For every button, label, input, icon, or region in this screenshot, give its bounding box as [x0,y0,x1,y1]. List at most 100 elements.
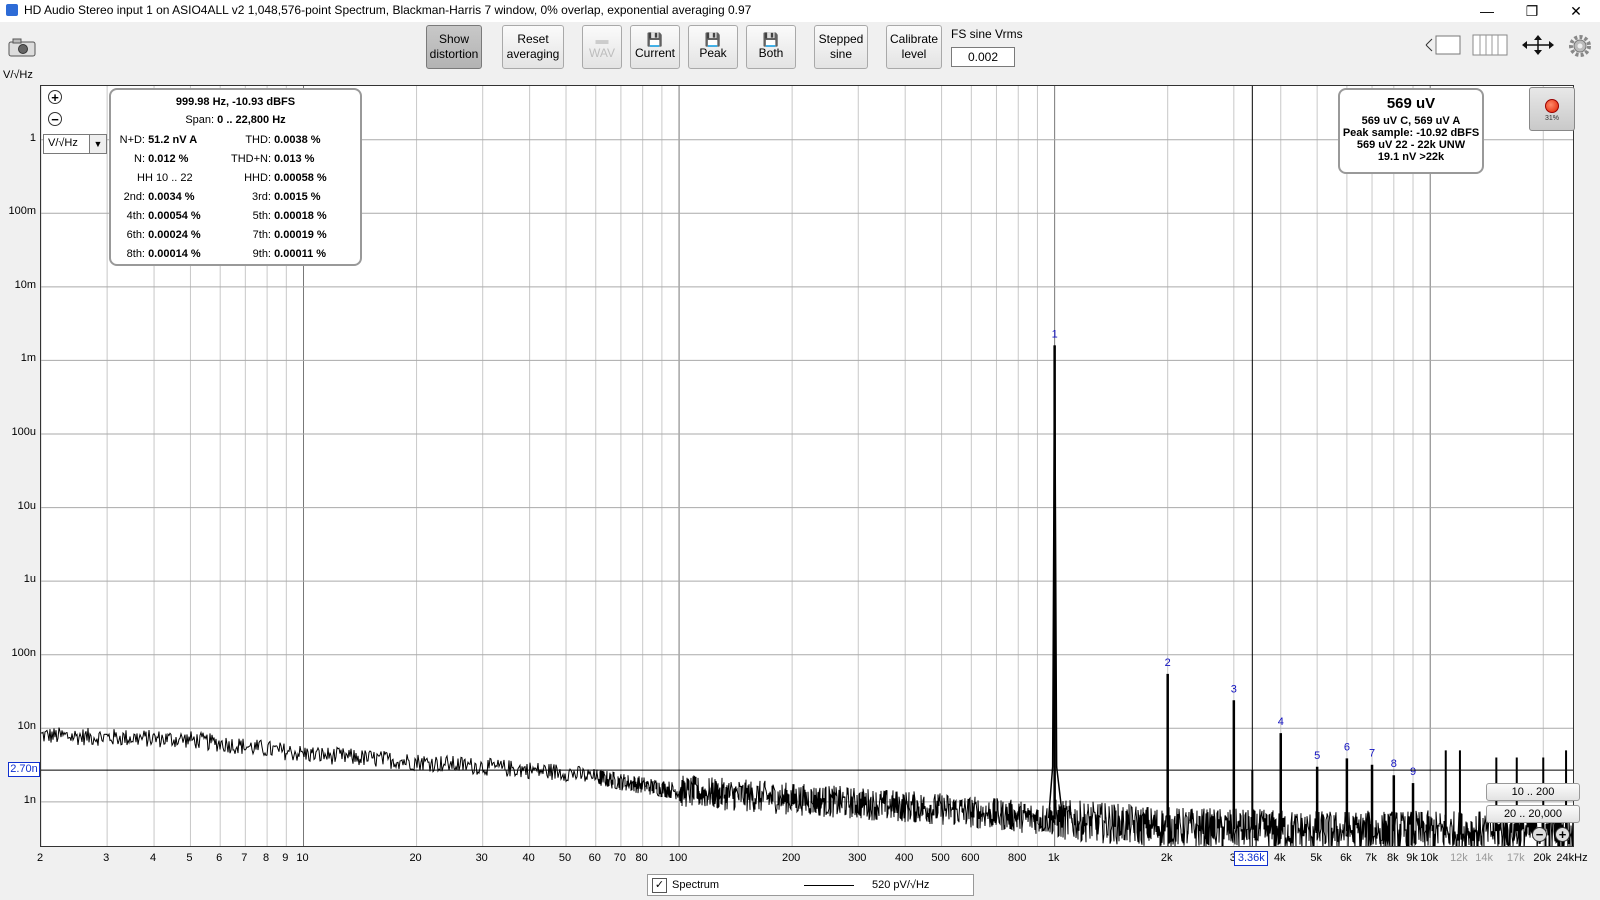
distortion-key: THD+N: [230,153,271,165]
harmonic-label: 2 [1165,657,1171,669]
reset-averaging-label: Reset [517,32,549,46]
harmonic-label: 1 [1052,328,1058,340]
distortion-value: 0.00011 % [274,248,327,260]
harmonic-label: 3 [1231,683,1237,695]
level-line-2: Peak sample: -10.92 dBFS [1342,127,1480,139]
distortion-key: THD: [245,134,271,146]
current-button[interactable]: 💾 Current [630,25,680,69]
x-tick-label: 10k [1420,852,1439,864]
gear-icon[interactable] [1568,34,1592,58]
hh-range-label: HH 10 .. 22 [137,172,193,184]
calibrate-level-label-2: level [901,47,927,61]
move-arrows-icon[interactable] [1520,33,1556,57]
close-button[interactable]: ✕ [1554,0,1598,22]
distortion-header: 999.98 Hz, -10.93 dBFS [175,96,296,108]
harmonic-label: 9 [1410,766,1416,778]
x-tick-label: 800 [1008,852,1027,864]
y-tick-label: 1n [23,793,36,806]
x-tick-label: 14k [1475,852,1493,864]
range-20-20000-button[interactable]: 20 .. 20,000 [1486,805,1580,823]
zoom-out-x-icon[interactable]: − [1532,827,1547,842]
y-tick-label: 100u [11,425,36,438]
distortion-row-left: 4th: 0.00054 % [115,210,201,222]
x-tick-label: 40 [522,852,535,864]
y-tick-label: 10m [14,278,36,291]
x-tick-label: 60 [588,852,601,864]
distortion-value: 0.012 % [148,153,189,165]
distortion-row-right: 3rd: 0.0015 % [221,191,321,203]
show-distortion-label-2: distortion [429,47,479,61]
columns-icon[interactable] [1472,33,1508,57]
restore-button[interactable]: ❐ [1510,0,1554,22]
window-title: HD Audio Stereo input 1 on ASIO4ALL v2 1… [24,3,752,17]
distortion-value: 0.0015 % [274,191,321,203]
level-line-1: 569 uV C, 569 uV A [1361,115,1461,127]
calibrate-level-label: Calibrate [889,32,939,46]
distortion-value: 51.2 nV A [148,134,198,146]
y-unit-label: V/√Hz [3,69,33,81]
x-tick-label: 6 [216,852,223,864]
wav-button[interactable]: ▬ WAV [582,25,622,69]
spectrum-checkbox[interactable]: ✓ [652,878,667,893]
x-tick-label: 3 [103,852,110,864]
harmonic-label: 7 [1369,748,1375,760]
y-tick-label: 100n [11,646,36,659]
zoom-out-icon[interactable]: − [48,112,62,126]
minimize-button[interactable]: — [1465,0,1509,22]
panel-layout-icon[interactable] [1424,33,1462,57]
x-tick-label: 500 [931,852,950,864]
x-tick-label: 80 [635,852,648,864]
distortion-panel: 999.98 Hz, -10.93 dBFS Span: 0 .. 22,800… [109,88,362,266]
x-tick-label: 5 [186,852,193,864]
x-tick-label: 100 [668,852,688,864]
x-tick-label: 4 [149,852,157,864]
x-tick-label: 400 [895,852,914,864]
reset-averaging-button[interactable]: Reset averaging [502,25,564,69]
x-tick-label: 200 [781,852,801,864]
harmonic-label: 8 [1391,758,1397,770]
x-tick-label: 8k [1386,852,1399,864]
distortion-value: 0.013 % [274,153,315,165]
camera-icon[interactable] [8,38,36,57]
fs-sine-input[interactable] [951,47,1015,67]
unit-dropdown[interactable]: V/√Hz ▼ [43,134,107,154]
x-tick-label: 9k [1406,852,1418,864]
x-tick-label: 7 [241,852,248,864]
y-marker-label[interactable]: 2.70n [8,762,40,778]
x-tick-label: 5k [1310,852,1322,864]
stepped-sine-label: Stepped [818,32,864,46]
x-tick-label: 7k [1365,852,1377,864]
legend: ✓ Spectrum 520 pV/√Hz [647,874,974,896]
x-marker-label[interactable]: 3.36k [1234,851,1269,866]
distortion-row-left: N: 0.012 % [115,153,188,165]
current-label: Current [634,46,675,60]
x-tick-label: 2k [1160,852,1173,864]
record-button[interactable]: 31% [1529,87,1575,131]
calibrate-level-button[interactable]: Calibrate level [886,25,942,69]
x-tick-label: 24kHz [1556,852,1588,864]
show-distortion-button[interactable]: Show distortion [426,25,482,69]
distortion-key: 6th: [126,229,145,241]
zoom-in-icon[interactable]: + [48,90,62,104]
range-10-200-button[interactable]: 10 .. 200 [1486,783,1580,801]
level-main: 569 uV [1386,95,1436,112]
stepped-sine-button[interactable]: Stepped sine [814,25,868,69]
legend-name: Spectrum [672,879,720,891]
distortion-span: Span: 0 .. 22,800 Hz [111,114,360,126]
x-tick-label: 4k [1273,852,1286,864]
x-tick-label: 30 [475,852,488,864]
distortion-key: 3rd: [252,191,271,203]
distortion-value: 0.00058 % [274,172,327,184]
peak-button[interactable]: 💾 Peak [688,25,738,69]
x-tick-label: 20 [409,852,422,864]
distortion-value: 0.0034 % [148,191,195,203]
level-panel: 569 uV 569 uV C, 569 uV A Peak sample: -… [1338,88,1484,174]
x-tick-label: 600 [961,852,980,864]
zoom-in-x-icon[interactable]: + [1555,827,1570,842]
span-value: 0 .. 22,800 Hz [217,114,286,126]
both-button[interactable]: 💾 Both [746,25,796,69]
both-label: Both [758,46,784,60]
x-tick-label: 8 [263,852,270,864]
x-tick-label: 70 [613,852,627,864]
harmonic-label: 5 [1314,750,1320,762]
